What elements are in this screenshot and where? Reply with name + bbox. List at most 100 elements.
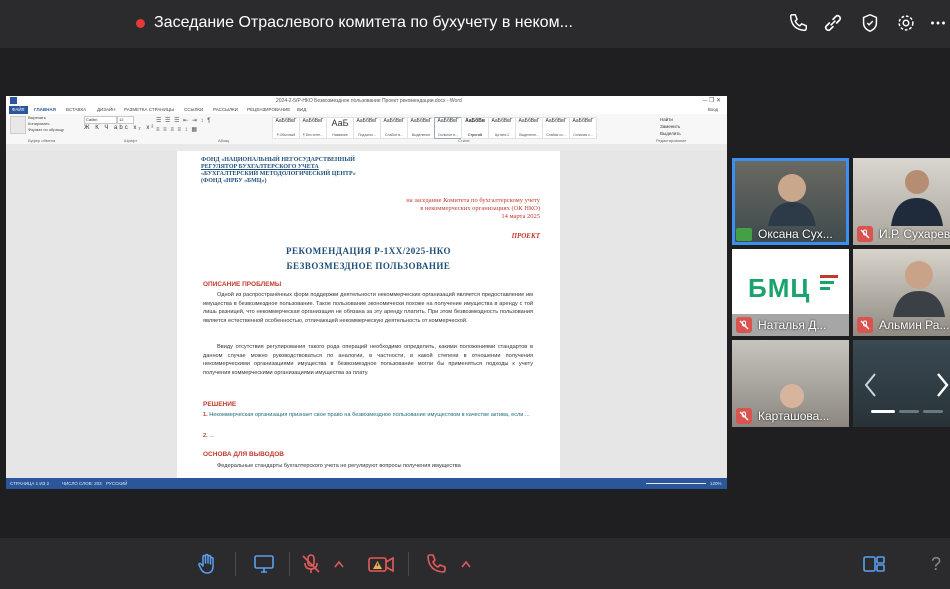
participant-label: Карташова... <box>732 405 849 427</box>
person-avatar <box>891 170 943 226</box>
tab-mailings[interactable]: РАССЫЛКИ <box>213 107 238 112</box>
participant-tile[interactable]: Карташова... <box>732 340 849 427</box>
clipboard-group: Вырезать Копировать Формат по образцу <box>28 115 64 133</box>
tab-view[interactable]: ВИД <box>297 107 306 112</box>
replace-button[interactable]: Заменить <box>660 123 681 130</box>
pager-dot[interactable] <box>923 410 943 413</box>
help-icon[interactable]: ? <box>926 552 946 576</box>
participant-label: Оксана Сух... <box>732 223 849 245</box>
tab-layout[interactable]: РАЗМЕТКА СТРАНИЦЫ <box>124 107 174 112</box>
bmc-logo-mark-icon <box>820 275 838 297</box>
format-painter-button[interactable]: Формат по образцу <box>28 127 64 133</box>
section-problem: ОПИСАНИЕ ПРОБЛЕМЫ <box>203 281 282 288</box>
participant-name: Альмин Ра... <box>879 318 950 332</box>
font-name-field[interactable]: Calibri <box>84 116 117 124</box>
participant-name: Наталья Д... <box>758 318 827 332</box>
style-quote[interactable]: АаБбВвГ Цитата 2 <box>488 117 516 139</box>
style-intense-reference[interactable]: АаБбВвГ Сильная с... <box>569 117 597 139</box>
meeting-header: Заседание Отраслевого комитета по бухуче… <box>0 0 950 48</box>
style-subtle-reference[interactable]: АаБбВвГ Слабая сс... <box>542 117 570 139</box>
document-area[interactable]: ФОНД «НАЦИОНАЛЬНЫЙ НЕГОСУДАРСТВЕННЫЙ РЕГ… <box>6 151 727 481</box>
camera-off-icon[interactable] <box>367 552 395 576</box>
find-button[interactable]: Найти <box>660 116 681 123</box>
tab-file[interactable]: ФАЙЛ <box>9 106 28 114</box>
word-ribbon-tabs: ФАЙЛ ГЛАВНАЯ ВСТАВКА ДИЗАЙН РАЗМЕТКА СТР… <box>6 106 727 114</box>
paragraph-3: Федеральные стандарты бухгалтерского уче… <box>217 463 461 469</box>
word-window-title: 2024-2-5/Р-НКО Безвозмездное пользование… <box>276 98 462 104</box>
sign-in-link[interactable]: Вход <box>708 107 718 112</box>
pager-dot-active[interactable] <box>871 410 895 413</box>
align-icons[interactable]: ≡ ≡ ≡ ≡ ↕ ▦ <box>156 126 198 133</box>
style-no-spacing[interactable]: АаБбВвГ ¶ Без инте... <box>299 117 327 139</box>
separator <box>235 552 236 576</box>
status-words[interactable]: ЧИСЛО СЛОВ: 203 <box>62 481 102 486</box>
participant-label: Альмин Ра... <box>853 314 950 336</box>
ruler[interactable] <box>6 144 727 151</box>
style-strong[interactable]: АаБбВв Строгий <box>461 117 489 139</box>
section-basis: ОСНОВА ДЛЯ ВЫВОДОВ <box>203 451 284 458</box>
link-icon[interactable] <box>822 12 844 34</box>
status-page[interactable]: СТРАНИЦА 1 ИЗ 2 <box>10 481 49 486</box>
chevron-left-icon[interactable] <box>861 370 881 400</box>
participant-tile[interactable]: БМЦ Наталья Д... <box>732 249 849 336</box>
style-subtitle[interactable]: АаБбВвГ Подзагол... <box>353 117 381 139</box>
chevron-up-icon[interactable] <box>332 552 346 576</box>
style-title[interactable]: АаБ Название <box>326 117 354 139</box>
phone-icon[interactable] <box>787 12 809 34</box>
word-ribbon: Вырезать Копировать Формат по образцу Ca… <box>6 114 727 145</box>
zoom-slider[interactable] <box>646 483 706 484</box>
style-intense-quote[interactable]: АаБбВвГ Выделенн... <box>515 117 543 139</box>
org-header: ФОНД «НАЦИОНАЛЬНЫЙ НЕГОСУДАРСТВЕННЫЙ РЕГ… <box>201 157 356 184</box>
recording-indicator <box>136 19 145 28</box>
status-zoom[interactable]: 120% <box>710 481 722 486</box>
style-subtle-emphasis[interactable]: АаБбВвГ Слабое в... <box>380 117 408 139</box>
paste-icon[interactable] <box>10 116 26 134</box>
tab-insert[interactable]: ВСТАВКА <box>66 107 86 112</box>
svg-text:?: ? <box>931 554 941 574</box>
more-icon[interactable] <box>928 12 948 34</box>
participant-tile[interactable]: Оксана Сух... <box>732 158 849 245</box>
chevron-up-icon[interactable] <box>459 552 473 576</box>
tab-home[interactable]: ГЛАВНАЯ <box>34 107 56 112</box>
style-emphasis[interactable]: АаБбВвГ Выделение <box>407 117 435 139</box>
participant-tile[interactable]: Альмин Ра... <box>853 249 950 336</box>
select-button[interactable]: Выделить <box>660 130 681 137</box>
shield-check-icon[interactable] <box>859 12 881 34</box>
paragraph-format-icons[interactable]: ☰ ☰ ☰ ⇤ ⇥ ↕ ¶ <box>156 117 211 124</box>
bmc-logo: БМЦ <box>748 273 811 303</box>
list-item-2: 2. ... <box>203 433 214 439</box>
participant-name: Оксана Сух... <box>758 227 833 241</box>
tab-design[interactable]: ДИЗАЙН <box>97 107 116 112</box>
section-solution: РЕШЕНИЕ <box>203 401 237 408</box>
separator <box>289 552 290 576</box>
group-label-paragraph: Абзац <box>218 138 230 143</box>
status-language[interactable]: РУССКИЙ <box>106 481 127 486</box>
window-controls-icon[interactable]: ─ ❐ ✕ <box>703 97 721 104</box>
font-size-field[interactable]: 12 <box>117 116 134 124</box>
end-call-icon[interactable] <box>424 552 448 576</box>
tab-references[interactable]: ССЫЛКИ <box>184 107 203 112</box>
chevron-right-icon[interactable] <box>935 370 950 400</box>
person-avatar <box>768 174 816 226</box>
tab-review[interactable]: РЕЦЕНЗИРОВАНИЕ <box>247 107 290 112</box>
mic-off-icon[interactable] <box>299 552 323 576</box>
style-intense-emphasis[interactable]: АаБбВвГ Сильное в... <box>434 117 462 139</box>
doc-title-code: РЕКОМЕНДАЦИЯ Р-1ХХ/2025-НКО <box>285 246 452 256</box>
pager-dot[interactable] <box>899 410 919 413</box>
mic-muted-icon <box>857 317 873 333</box>
layout-icon[interactable] <box>862 552 886 576</box>
list-item-1: 1. Некоммерческая организация признает с… <box>203 412 530 418</box>
gear-icon[interactable] <box>895 12 917 34</box>
participant-name: Карташова... <box>758 409 830 423</box>
more-participants-tile[interactable] <box>853 340 950 427</box>
style-normal[interactable]: АаБбВвГ ¶ Обычный <box>272 117 300 139</box>
participant-tile[interactable]: И.Р. Сухарев <box>853 158 950 245</box>
document-page[interactable]: ФОНД «НАЦИОНАЛЬНЫЙ НЕГОСУДАРСТВЕННЫЙ РЕГ… <box>177 151 560 481</box>
font-format-icons[interactable]: Ж К Ч abc x₂ x² <box>84 125 155 131</box>
participant-name: И.Р. Сухарев <box>879 227 950 241</box>
screen-share-button-icon[interactable] <box>252 552 276 576</box>
raise-hand-icon[interactable] <box>195 552 219 576</box>
screen-share-icon <box>736 227 752 241</box>
editing-group: Найти Заменить Выделить <box>660 116 681 137</box>
participant-label: И.Р. Сухарев <box>853 223 950 245</box>
